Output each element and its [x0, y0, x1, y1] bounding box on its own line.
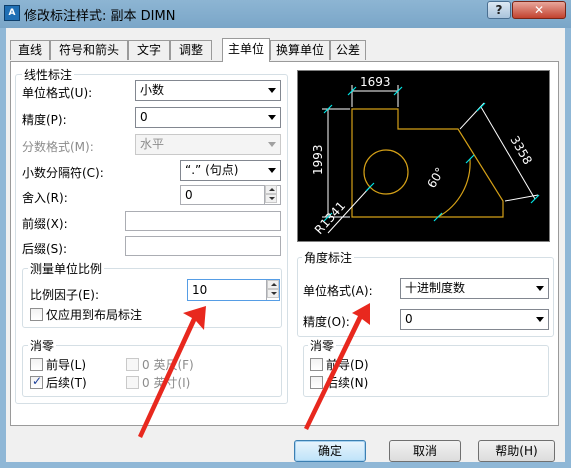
red-arrow-1 — [138, 306, 206, 438]
annotation-arrows — [138, 303, 370, 438]
red-arrow-2 — [304, 303, 370, 430]
watermark: Baidu 经验 — [468, 404, 557, 423]
